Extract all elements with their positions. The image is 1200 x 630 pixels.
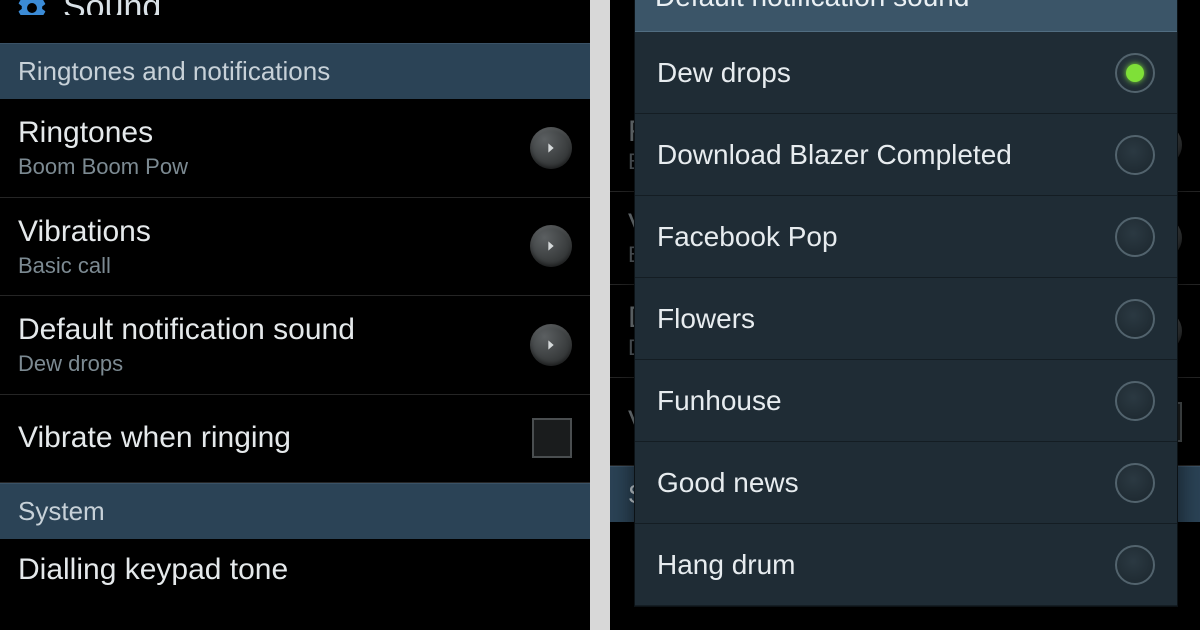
sound-option-label: Hang drum [657,549,796,581]
chevron-right-icon [530,225,572,267]
chevron-right-icon [530,127,572,169]
section-system: System [0,483,590,539]
sound-option-label: Funhouse [657,385,782,417]
settings-header: Sound [0,0,590,15]
vibrations-item[interactable]: Vibrations Basic call [0,198,590,297]
default-notification-sub: Dew drops [18,350,355,378]
vibrations-sub: Basic call [18,252,151,280]
vibrations-title: Vibrations [18,214,151,250]
sound-option-hang-drum[interactable]: Hang drum [635,524,1177,606]
radio-icon[interactable] [1115,381,1155,421]
sound-option-label: Facebook Pop [657,221,838,253]
ringtones-sub: Boom Boom Pow [18,153,188,181]
sound-option-dew-drops[interactable]: Dew drops [635,32,1177,114]
dialog-title: Default notification sound [635,0,1177,32]
radio-icon[interactable] [1115,545,1155,585]
sound-option-label: Download Blazer Completed [657,139,1012,171]
chevron-right-icon [530,324,572,366]
sound-option-download-blazer[interactable]: Download Blazer Completed [635,114,1177,196]
ringtones-item[interactable]: Ringtones Boom Boom Pow [0,99,590,198]
vibrate-checkbox[interactable] [532,418,572,458]
header-title: Sound [63,0,161,15]
ringtones-title: Ringtones [18,115,188,151]
dialling-keypad-tone-item[interactable]: Dialling keypad tone [0,539,590,587]
radio-selected-icon[interactable] [1115,53,1155,93]
radio-icon[interactable] [1115,299,1155,339]
sound-option-facebook-pop[interactable]: Facebook Pop [635,196,1177,278]
radio-icon[interactable] [1115,217,1155,257]
sound-option-label: Flowers [657,303,755,335]
notification-sound-picker-screen: . R B V B D D [610,0,1200,630]
sound-option-funhouse[interactable]: Funhouse [635,360,1177,442]
sound-option-flowers[interactable]: Flowers [635,278,1177,360]
sound-option-good-news[interactable]: Good news [635,442,1177,524]
vibrate-when-ringing-item[interactable]: Vibrate when ringing [0,395,590,483]
default-notification-title: Default notification sound [18,312,355,348]
section-ringtones-notifications: Ringtones and notifications [0,43,590,99]
vibrate-when-ringing-title: Vibrate when ringing [18,420,291,456]
sound-settings-screen: Sound Ringtones and notifications Ringto… [0,0,590,630]
notification-sound-dialog: Default notification sound Dew drops Dow… [634,0,1178,607]
radio-icon[interactable] [1115,463,1155,503]
sound-option-label: Good news [657,467,799,499]
default-notification-sound-item[interactable]: Default notification sound Dew drops [0,296,590,395]
sound-option-label: Dew drops [657,57,791,89]
radio-icon[interactable] [1115,135,1155,175]
settings-gear-icon [15,0,49,15]
